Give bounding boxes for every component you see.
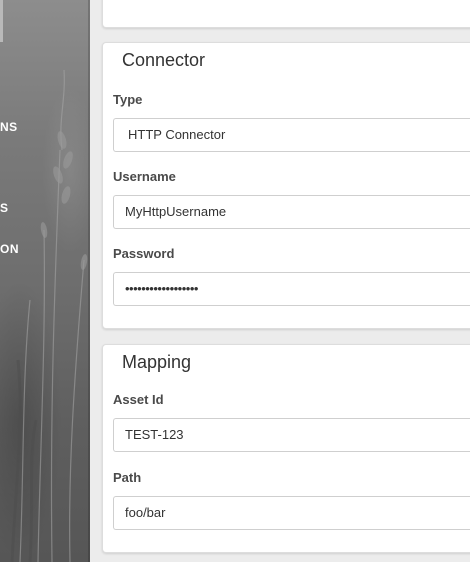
password-label: Password (113, 246, 175, 261)
password-field[interactable]: •••••••••••••••••• (113, 272, 470, 306)
sidebar-item-3[interactable]: ON (0, 242, 19, 256)
asset-id-label: Asset Id (113, 392, 164, 407)
sidebar-item-2[interactable]: S (0, 201, 9, 215)
connector-card: Connector Type HTTP Connector Username M… (102, 42, 470, 329)
sidebar-item-1[interactable]: NS (0, 120, 18, 134)
sidebar: NS S ON (0, 0, 90, 562)
main-content: Connector Type HTTP Connector Username M… (90, 0, 470, 562)
wheat-background-image (10, 69, 88, 562)
mapping-card: Mapping Asset Id TEST-123 Path foo/bar (102, 344, 470, 553)
type-label: Type (113, 92, 143, 107)
previous-card (102, 0, 470, 28)
mapping-card-title: Mapping (122, 352, 192, 372)
path-field[interactable]: foo/bar (113, 496, 470, 530)
username-label: Username (113, 169, 176, 184)
connector-card-title: Connector (122, 50, 206, 70)
asset-id-field[interactable]: TEST-123 (113, 418, 470, 452)
username-field[interactable]: MyHttpUsername (113, 195, 470, 229)
type-select[interactable]: HTTP Connector (113, 118, 470, 152)
app-root: NS S ON Connector Type HTTP Connector Us… (0, 0, 470, 562)
path-label: Path (113, 470, 142, 485)
sidebar-active-indicator (0, 0, 3, 42)
